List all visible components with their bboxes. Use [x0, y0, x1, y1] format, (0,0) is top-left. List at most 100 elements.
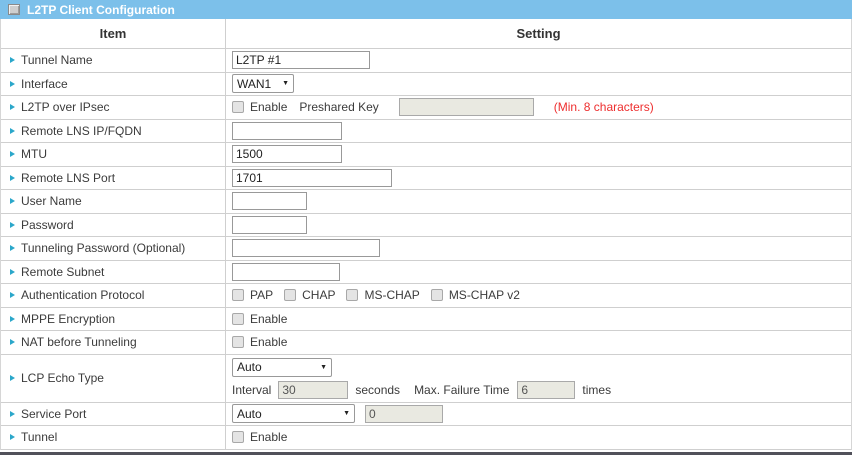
enable-label: Enable	[250, 335, 287, 349]
chevron-down-icon: ▼	[320, 364, 327, 371]
lcp-echo-type-select[interactable]: Auto ▼	[232, 358, 332, 377]
enable-label: Enable	[250, 430, 287, 444]
remote-subnet-input[interactable]	[232, 263, 340, 281]
row-remote-lns-port: Remote LNS Port	[1, 167, 851, 191]
tunneling-password-input[interactable]	[232, 239, 380, 257]
column-header-item: Item	[1, 19, 226, 48]
enable-label: Enable	[250, 100, 287, 114]
ms-chap-v2-checkbox[interactable]	[431, 289, 443, 301]
row-user-name: User Name	[1, 190, 851, 214]
nat-enable-checkbox[interactable]	[232, 336, 244, 348]
password-input[interactable]	[232, 216, 307, 234]
row-label: Tunnel	[21, 430, 57, 444]
row-lcp-echo-type: LCP Echo Type Auto ▼ Interval seconds Ma…	[1, 355, 851, 403]
collapse-icon[interactable]	[8, 4, 20, 15]
interval-label: Interval	[232, 383, 271, 397]
mppe-enable-checkbox[interactable]	[232, 313, 244, 325]
selected-value: WAN1	[237, 77, 271, 91]
section-title: L2TP Client Configuration	[27, 3, 175, 17]
remote-lns-port-input[interactable]	[232, 169, 392, 187]
l2tp-client-configuration-panel: L2TP Client Configuration Item Setting T…	[0, 0, 852, 457]
interface-select[interactable]: WAN1 ▼	[232, 74, 294, 93]
chevron-down-icon: ▼	[282, 80, 289, 87]
ms-chap-label: MS-CHAP	[364, 288, 419, 302]
bullet-arrow-icon	[10, 292, 15, 298]
bullet-arrow-icon	[10, 375, 15, 381]
row-authentication-protocol: Authentication Protocol PAP CHAP MS-CHAP	[1, 284, 851, 308]
chevron-down-icon: ▼	[343, 410, 350, 417]
chap-checkbox[interactable]	[284, 289, 296, 301]
row-interface: Interface WAN1 ▼	[1, 73, 851, 97]
bullet-arrow-icon	[10, 81, 15, 87]
failure-unit: times	[582, 383, 611, 397]
bullet-arrow-icon	[10, 245, 15, 251]
user-name-input[interactable]	[232, 192, 307, 210]
row-label: MPPE Encryption	[21, 312, 115, 326]
table-header-row: Item Setting	[1, 19, 851, 49]
bullet-arrow-icon	[10, 151, 15, 157]
tunnel-enable-checkbox[interactable]	[232, 431, 244, 443]
next-section-edge	[0, 452, 852, 455]
row-label: Tunnel Name	[21, 53, 93, 67]
row-label: Interface	[21, 77, 68, 91]
row-label: NAT before Tunneling	[21, 335, 137, 349]
tunnel-name-input[interactable]	[232, 51, 370, 69]
selected-value: Auto	[237, 407, 262, 421]
row-remote-lns-ip: Remote LNS IP/FQDN	[1, 120, 851, 144]
row-service-port: Service Port Auto ▼	[1, 403, 851, 427]
row-remote-subnet: Remote Subnet	[1, 261, 851, 285]
preshared-key-input[interactable]	[399, 98, 534, 116]
bullet-arrow-icon	[10, 222, 15, 228]
pap-label: PAP	[250, 288, 273, 302]
column-header-setting: Setting	[226, 19, 851, 48]
section-header: L2TP Client Configuration	[0, 0, 852, 19]
bullet-arrow-icon	[10, 57, 15, 63]
bullet-arrow-icon	[10, 198, 15, 204]
ipsec-enable-checkbox[interactable]	[232, 101, 244, 113]
interval-unit: seconds	[355, 383, 400, 397]
bullet-arrow-icon	[10, 104, 15, 110]
remote-lns-ip-input[interactable]	[232, 122, 342, 140]
pap-checkbox[interactable]	[232, 289, 244, 301]
row-label: Service Port	[21, 407, 86, 421]
mtu-input[interactable]	[232, 145, 342, 163]
max-failure-time-input[interactable]	[517, 381, 575, 399]
row-label: Tunneling Password (Optional)	[21, 241, 185, 255]
bullet-arrow-icon	[10, 434, 15, 440]
row-tunnel-name: Tunnel Name	[1, 49, 851, 73]
preshared-key-label: Preshared Key	[299, 100, 378, 114]
row-label: Authentication Protocol	[21, 288, 144, 302]
bullet-arrow-icon	[10, 411, 15, 417]
bullet-arrow-icon	[10, 316, 15, 322]
ms-chap-v2-label: MS-CHAP v2	[449, 288, 520, 302]
row-label: Remote LNS Port	[21, 171, 115, 185]
bullet-arrow-icon	[10, 175, 15, 181]
row-label: User Name	[21, 194, 82, 208]
service-port-select[interactable]: Auto ▼	[232, 404, 355, 423]
row-label: LCP Echo Type	[21, 371, 104, 385]
row-password: Password	[1, 214, 851, 238]
row-tunneling-password: Tunneling Password (Optional)	[1, 237, 851, 261]
interval-input[interactable]	[278, 381, 348, 399]
row-mppe-encryption: MPPE Encryption Enable	[1, 308, 851, 332]
service-port-input[interactable]	[365, 405, 443, 423]
row-mtu: MTU	[1, 143, 851, 167]
row-label: Remote Subnet	[21, 265, 104, 279]
preshared-key-hint: (Min. 8 characters)	[554, 100, 654, 114]
config-table: Item Setting Tunnel Name Interface WAN1 …	[0, 19, 852, 450]
max-failure-time-label: Max. Failure Time	[414, 383, 509, 397]
row-l2tp-over-ipsec: L2TP over IPsec Enable Preshared Key (Mi…	[1, 96, 851, 120]
ms-chap-checkbox[interactable]	[346, 289, 358, 301]
row-label: MTU	[21, 147, 47, 161]
bullet-arrow-icon	[10, 128, 15, 134]
selected-value: Auto	[237, 360, 262, 374]
bullet-arrow-icon	[10, 269, 15, 275]
chap-label: CHAP	[302, 288, 335, 302]
row-label: L2TP over IPsec	[21, 100, 110, 114]
row-label: Remote LNS IP/FQDN	[21, 124, 142, 138]
row-label: Password	[21, 218, 74, 232]
enable-label: Enable	[250, 312, 287, 326]
row-tunnel: Tunnel Enable	[1, 426, 851, 450]
row-nat-before-tunneling: NAT before Tunneling Enable	[1, 331, 851, 355]
bullet-arrow-icon	[10, 339, 15, 345]
